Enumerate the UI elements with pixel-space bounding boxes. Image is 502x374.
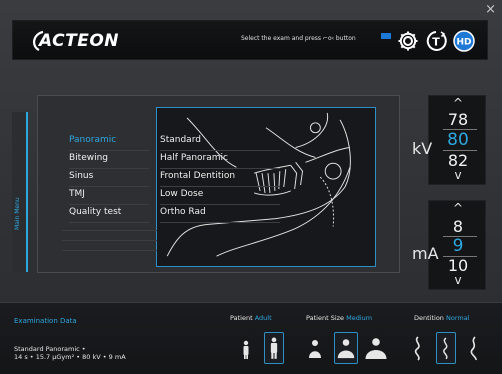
settings-gear-icon[interactable] bbox=[397, 30, 419, 52]
kv-unit-label: kV bbox=[412, 139, 433, 158]
adult-patient-icon[interactable] bbox=[264, 332, 284, 364]
examination-data-line2: 14 s • 15.7 µGym² • 80 kV • 9 mA bbox=[14, 353, 126, 361]
header-bar: ACTEON Select the exam and press ⌐o‹ but… bbox=[12, 20, 488, 60]
ma-prev-value: 8 bbox=[452, 217, 464, 236]
kv-control: ^ 78 80 82 v bbox=[428, 95, 486, 185]
kv-down-button[interactable]: v bbox=[429, 168, 487, 182]
ma-unit-label: mA bbox=[412, 244, 439, 263]
preset-item-low-dose[interactable]: Low Dose bbox=[160, 187, 280, 205]
patient-size-large-icon[interactable] bbox=[364, 332, 388, 364]
examination-data-title: Examination Data bbox=[14, 317, 77, 325]
dentition-normal-icon[interactable] bbox=[436, 332, 456, 364]
main-menu-label: Main Menu bbox=[14, 197, 21, 230]
svg-text:HD: HD bbox=[456, 38, 471, 48]
patient-size-medium-icon[interactable] bbox=[334, 332, 358, 364]
app-window: × ACTEON Select the exam and press ⌐o‹ b… bbox=[0, 0, 502, 374]
kv-up-button[interactable]: ^ bbox=[429, 96, 487, 110]
dentition-title: Dentition Normal bbox=[414, 314, 470, 322]
dentition-option-3-icon[interactable] bbox=[466, 332, 482, 364]
dentition-option-1-icon[interactable] bbox=[410, 332, 426, 364]
t-timer-icon[interactable]: T bbox=[425, 30, 447, 52]
acteon-logo: ACTEON bbox=[29, 28, 129, 54]
patient-size-title: Patient Size Medium bbox=[306, 314, 373, 322]
preset-item-frontal-dentition[interactable]: Frontal Dentition bbox=[160, 169, 280, 187]
exam-type-list: Panoramic Bitewing Sinus TMJ Quality tes… bbox=[69, 133, 149, 223]
ma-up-button[interactable]: ^ bbox=[429, 201, 487, 215]
patient-size-small-icon[interactable] bbox=[306, 332, 324, 364]
hd-icon[interactable]: HD bbox=[453, 30, 475, 52]
child-patient-icon[interactable] bbox=[240, 332, 252, 364]
examination-data-line1: Standard Panoramic • bbox=[14, 345, 86, 353]
preset-item-standard[interactable]: Standard bbox=[160, 133, 280, 151]
preset-item-half-panoramic[interactable]: Half Panoramic bbox=[160, 151, 280, 169]
svg-text:T: T bbox=[432, 36, 440, 49]
exam-item-bitewing[interactable]: Bitewing bbox=[69, 151, 149, 169]
exam-item-tmj[interactable]: TMJ bbox=[69, 187, 149, 205]
exam-preset-list: Standard Half Panoramic Frontal Dentitio… bbox=[160, 133, 280, 223]
kv-prev-value: 78 bbox=[447, 110, 469, 129]
instruction-text: Select the exam and press ⌐o‹ button bbox=[241, 35, 356, 42]
preset-item-ortho-rad[interactable]: Ortho Rad bbox=[160, 205, 280, 223]
patient-type-title: Patient Adult bbox=[230, 314, 272, 322]
start-button-indicator-icon bbox=[381, 33, 391, 39]
main-menu-tab[interactable]: Main Menu bbox=[12, 112, 28, 272]
kv-current-value: 80 bbox=[447, 130, 469, 150]
close-icon[interactable]: × bbox=[485, 2, 496, 17]
list-dividers bbox=[62, 221, 157, 251]
exam-item-sinus[interactable]: Sinus bbox=[69, 169, 149, 187]
exam-item-panoramic[interactable]: Panoramic bbox=[69, 133, 149, 151]
ma-down-button[interactable]: v bbox=[429, 273, 487, 287]
